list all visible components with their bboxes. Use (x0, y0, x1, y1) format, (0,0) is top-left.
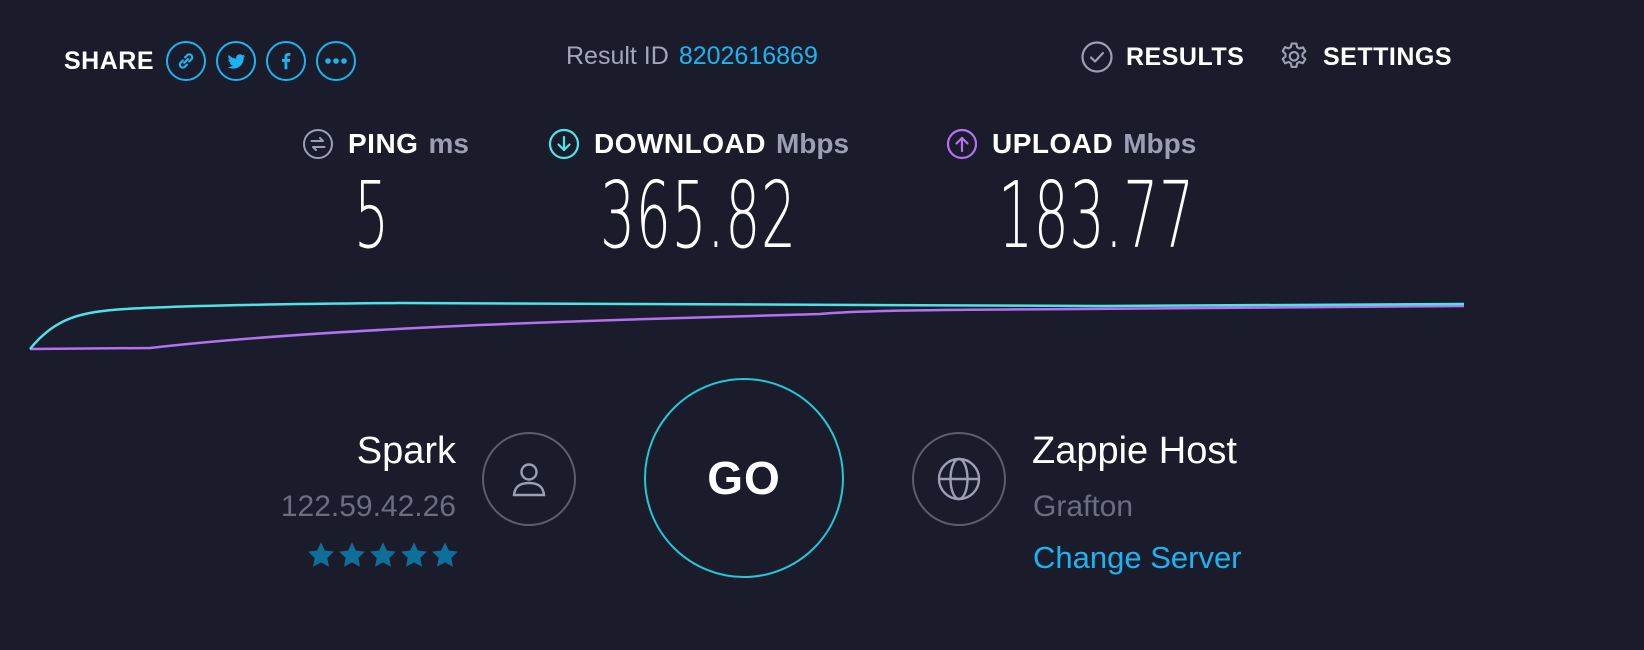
globe-icon (937, 457, 981, 501)
server-globe (912, 432, 1006, 526)
share-twitter-button[interactable] (216, 41, 257, 81)
share-link-button[interactable] (166, 41, 207, 81)
results-link[interactable]: RESULTS (1080, 40, 1244, 74)
isp-avatar (482, 432, 576, 526)
upload-graph-line (29, 304, 1465, 351)
download-graph-line (29, 301, 1465, 350)
check-circle-icon (1081, 41, 1113, 73)
facebook-icon (281, 53, 291, 70)
result-id: Result ID 8202616869 (566, 42, 818, 71)
settings-link[interactable]: SETTINGS (1277, 40, 1452, 74)
upload-label: UPLOAD (992, 128, 1114, 159)
result-id-value[interactable]: 8202616869 (679, 42, 818, 71)
upload-value: 183.77 (998, 162, 1195, 269)
link-icon (178, 53, 194, 69)
star-icon (370, 542, 396, 567)
download-value: 365.82 (600, 162, 797, 269)
download-label: DOWNLOAD (594, 128, 766, 159)
share-facebook-button[interactable] (266, 41, 307, 81)
ping-header: PING ms (302, 128, 469, 160)
settings-label: SETTINGS (1323, 42, 1453, 71)
download-arrow-icon (548, 128, 580, 160)
ping-icon (303, 129, 333, 159)
download-header: DOWNLOAD Mbps (548, 128, 849, 160)
ping-unit: ms (428, 128, 469, 159)
go-label: GO (707, 452, 781, 504)
share-more-button[interactable] (316, 41, 357, 81)
share-label: SHARE (64, 46, 155, 75)
go-button[interactable]: GO (644, 378, 844, 578)
isp-rating[interactable] (306, 540, 460, 570)
share-bar: SHARE (64, 38, 357, 84)
ping-value: 5 (354, 162, 390, 269)
result-id-label: Result ID (566, 42, 669, 70)
speed-graph (29, 301, 1465, 351)
upload-arrow-icon (946, 128, 978, 160)
user-icon (512, 463, 546, 497)
upload-header: UPLOAD Mbps (946, 128, 1196, 160)
server-location: Grafton (1033, 490, 1134, 523)
star-icon (401, 542, 427, 567)
twitter-icon (227, 54, 246, 69)
gear-icon (1281, 42, 1307, 68)
upload-unit: Mbps (1123, 128, 1197, 159)
star-icon (308, 542, 334, 567)
isp-name: Spark (356, 430, 456, 472)
change-server-link[interactable]: Change Server (1033, 540, 1242, 576)
download-unit: Mbps (775, 128, 850, 159)
star-icon (339, 542, 365, 567)
ping-label: PING (348, 128, 419, 159)
server-name: Zappie Host (1032, 430, 1237, 472)
star-icon (432, 542, 458, 567)
isp-ip-address: 122.59.42.26 (280, 490, 456, 523)
more-icon (325, 58, 347, 64)
results-label: RESULTS (1126, 42, 1245, 71)
